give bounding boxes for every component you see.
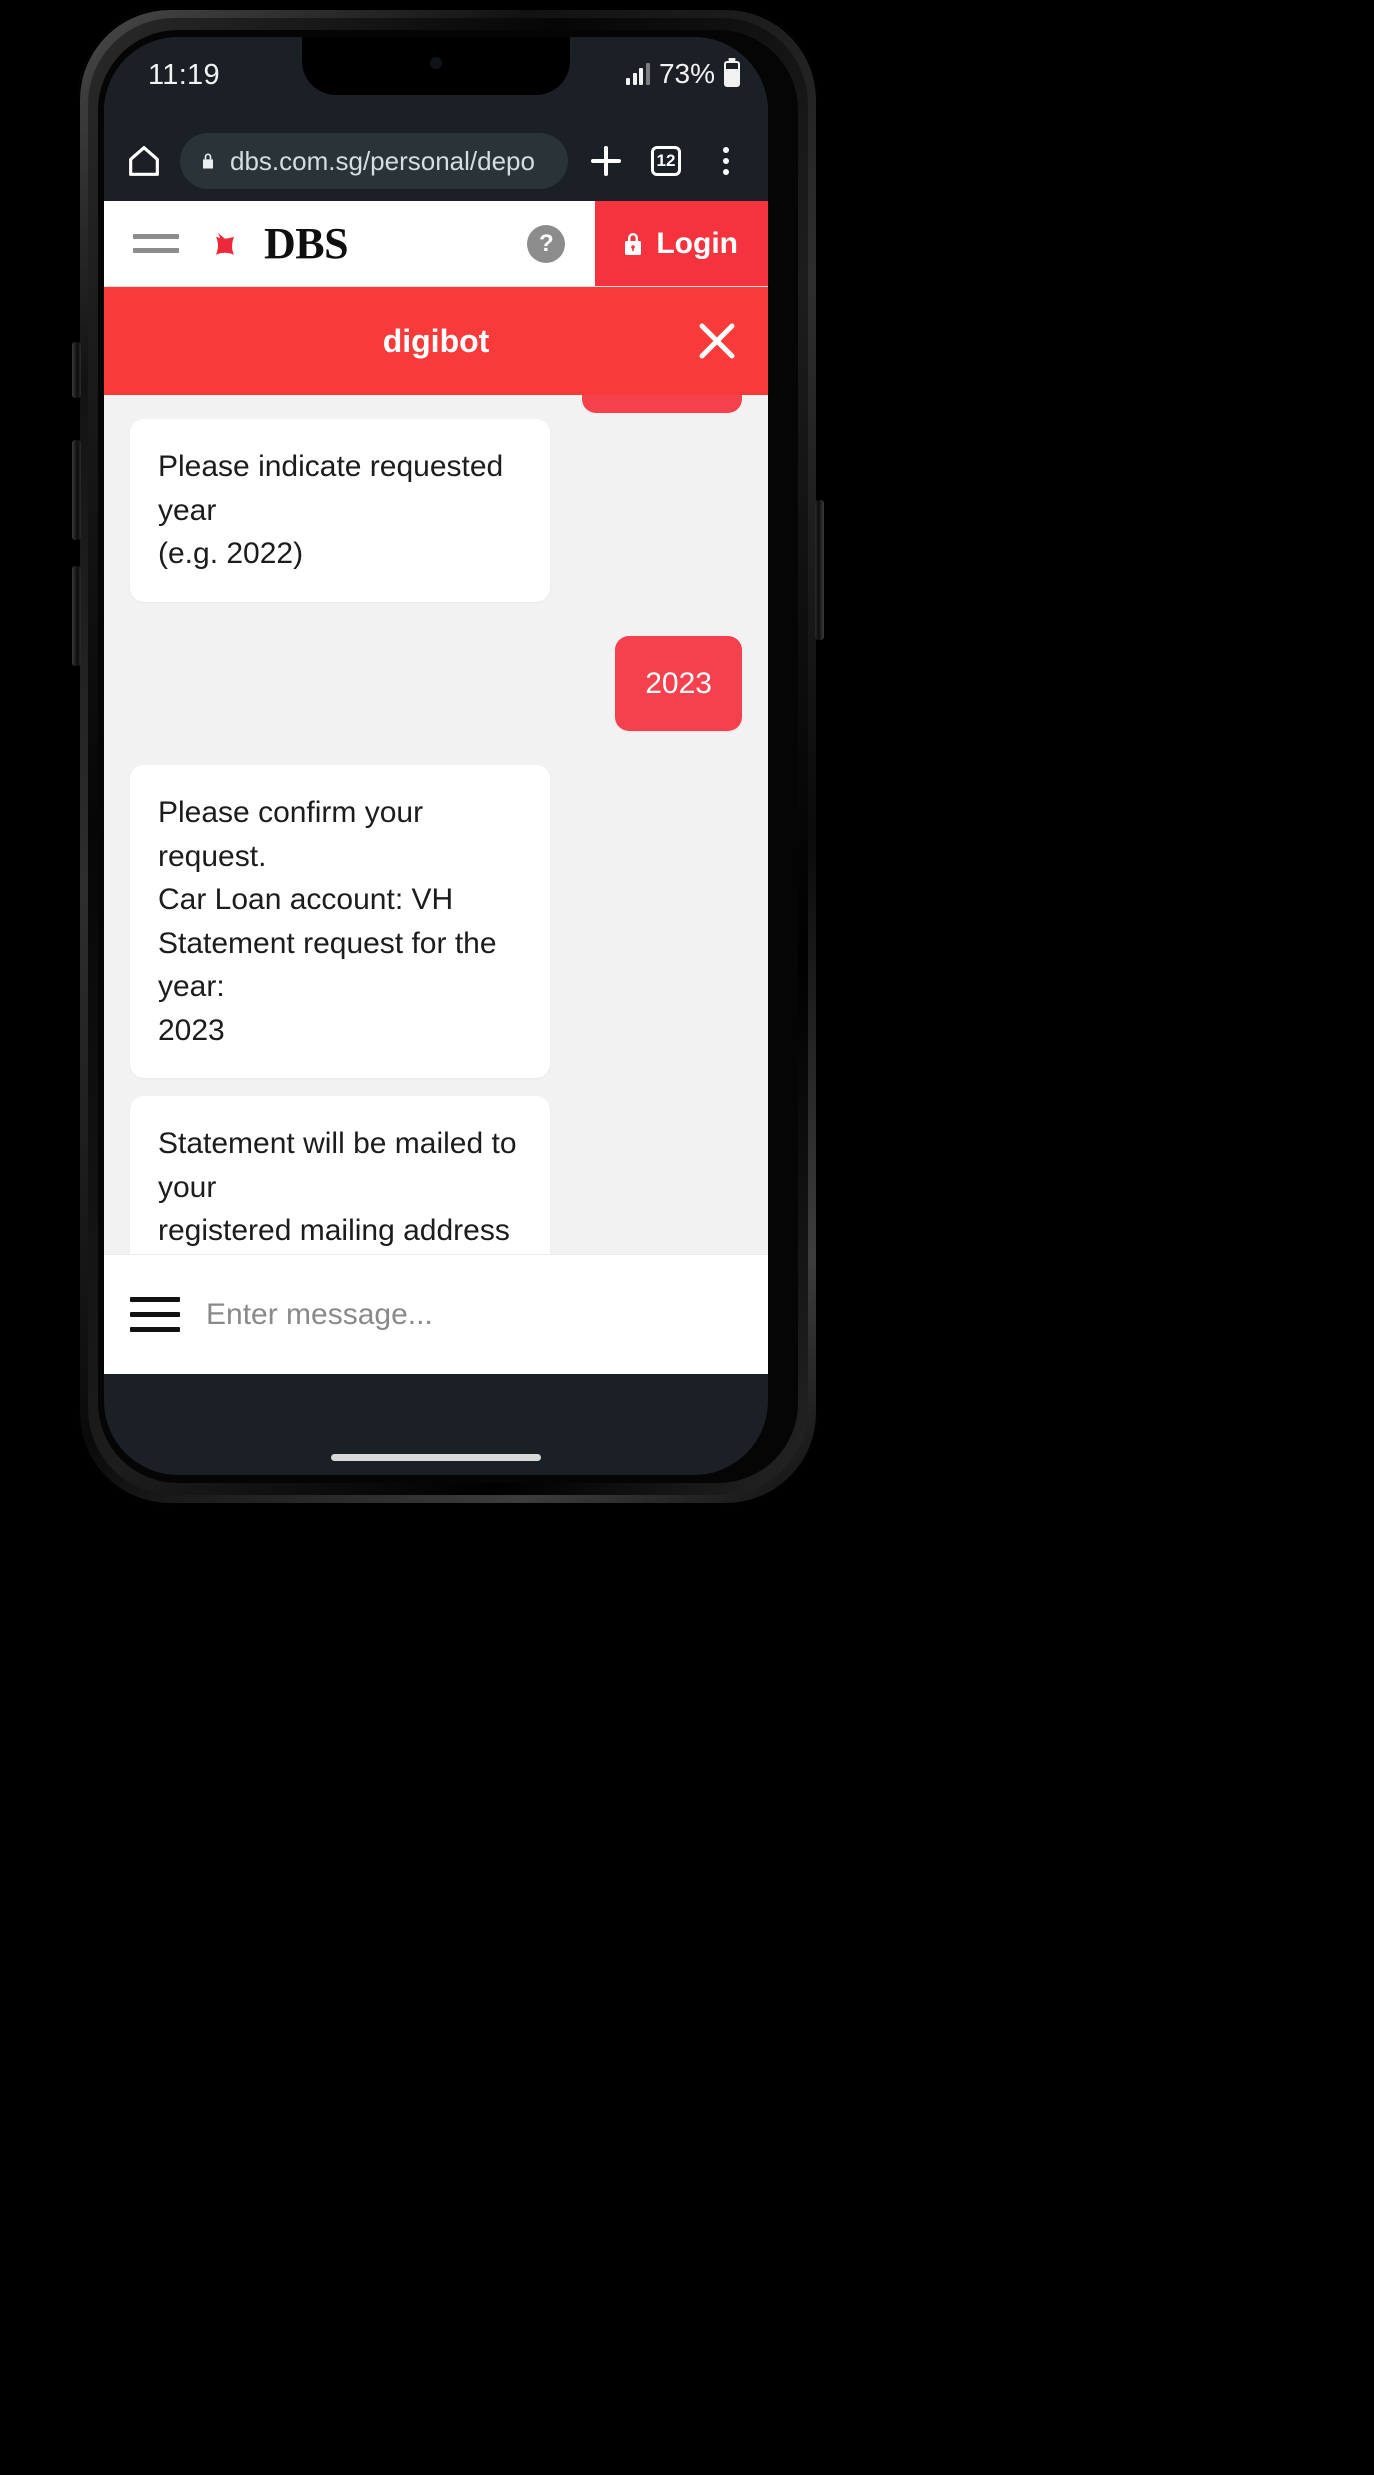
cellular-signal-icon [626,63,650,85]
battery-icon [724,61,740,87]
chat-row: Statement will be mailed to your registe… [130,1096,742,1254]
phone-screen: 11:19 73% dbs.com.sg/personal/depo 12 DB… [104,37,768,1475]
tab-switcher-button[interactable]: 12 [644,139,688,183]
volume-up-button[interactable] [72,440,81,540]
lock-icon [621,230,645,258]
chatbot-title: digibot [382,322,490,359]
message-input[interactable] [206,1297,742,1332]
brand-name: DBS [264,219,349,268]
site-header: DBS ? Login [104,201,768,287]
site-menu-button[interactable] [104,201,208,286]
tab-count-badge: 12 [651,146,681,176]
dbs-brand[interactable]: DBS [208,201,527,286]
power-button[interactable] [815,500,824,640]
battery-percent-label: 73% [658,58,715,89]
chat-row: Please confirm your request. Car Loan ac… [130,765,742,1078]
lock-icon [198,149,218,173]
message-composer [104,1254,768,1374]
browser-toolbar: dbs.com.sg/personal/depo 12 [104,121,768,201]
chatbot-header: digibot [104,287,768,395]
status-indicators: 73% [626,58,740,90]
volume-down-button[interactable] [72,566,81,666]
status-bar: 11:19 73% [104,37,768,121]
plus-icon [591,146,621,176]
previous-message-peek [582,395,742,413]
mute-switch[interactable] [72,342,81,398]
bot-message-bubble: Statement will be mailed to your registe… [130,1096,550,1254]
front-camera-icon [430,57,442,69]
chat-row: Please indicate requested year (e.g. 202… [130,419,742,602]
home-icon[interactable] [124,141,164,181]
hamburger-menu-icon [133,225,179,262]
browser-menu-button[interactable] [704,139,748,183]
hamburger-menu-icon[interactable] [130,1287,180,1342]
kebab-menu-icon [723,147,729,175]
help-icon: ? [527,224,566,263]
chat-transcript[interactable]: Please indicate requested year (e.g. 202… [104,395,768,1254]
url-bar[interactable]: dbs.com.sg/personal/depo [180,133,568,189]
close-icon[interactable] [694,318,740,364]
url-text: dbs.com.sg/personal/depo [230,145,535,176]
user-message-bubble: 2023 [615,635,742,731]
login-label: Login [656,226,738,260]
status-time: 11:19 [148,59,220,91]
login-button[interactable]: Login [595,201,768,286]
new-tab-button[interactable] [584,139,628,183]
bot-message-bubble: Please indicate requested year (e.g. 202… [130,419,550,602]
home-indicator [331,1454,541,1461]
notch [302,37,570,95]
help-button[interactable]: ? [527,201,595,286]
chat-row: 2023 [130,635,742,731]
dbs-logo-icon [208,221,254,267]
bot-message-bubble: Please confirm your request. Car Loan ac… [130,765,550,1078]
